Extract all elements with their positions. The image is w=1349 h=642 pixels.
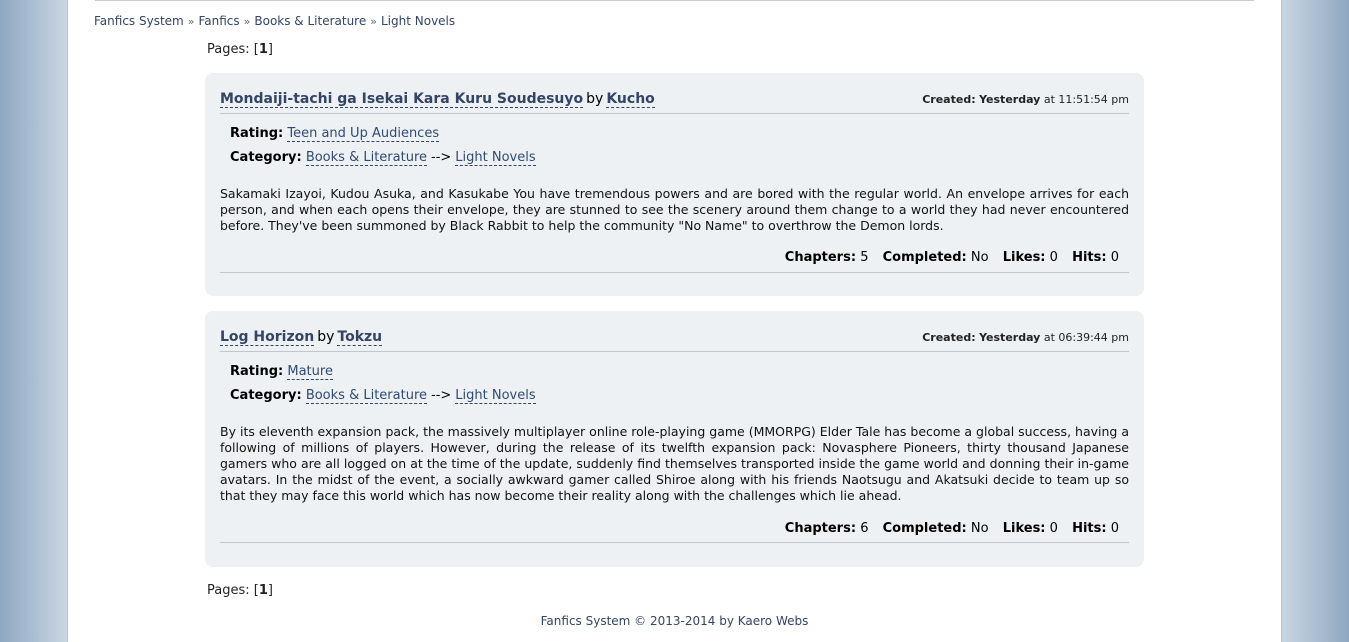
category-row: Category: Books & Literature --> Light Nov… <box>230 388 536 404</box>
created-date: Created: Yesterday at 11:51:54 pm <box>922 93 1129 106</box>
likes-label: Likes: <box>1002 250 1046 265</box>
category-arrow: --> <box>431 150 452 165</box>
hits-label: Hits: <box>1072 250 1107 265</box>
story-summary: Sakamaki Izayoi, Kudou Asuka, and Kasuka… <box>220 186 1129 233</box>
rating-link[interactable]: Mature <box>287 364 333 380</box>
completed-label: Completed: <box>882 250 967 265</box>
completed-value: No <box>970 250 989 265</box>
created-label: Created: <box>922 93 976 106</box>
chapters-value: 5 <box>860 250 869 265</box>
story-title-line: Log Horizon by Tokzu <box>220 329 383 346</box>
category-label: Category: <box>230 150 302 165</box>
category-child-link[interactable]: Light Novels <box>455 150 536 166</box>
category-parent-link[interactable]: Books & Literature <box>305 150 427 166</box>
pages-label: Pages: <box>207 583 250 598</box>
chapters-label: Chapters: <box>784 521 857 536</box>
current-page[interactable]: 1 <box>259 42 268 57</box>
likes-value: 0 <box>1049 250 1058 265</box>
breadcrumb-separator: » <box>243 15 251 28</box>
story-card: Mondaiji-tachi ga Isekai Kara Kuru Soude… <box>205 73 1144 296</box>
created-date: Created: Yesterday at 06:39:44 pm <box>922 331 1129 344</box>
category-child-link[interactable]: Light Novels <box>455 388 536 404</box>
breadcrumb-separator: » <box>370 15 377 28</box>
likes-stat: Likes: 0 <box>1003 521 1058 536</box>
chapters-stat: Chapters: 5 <box>785 250 869 265</box>
rating-link[interactable]: Teen and Up Audiences <box>287 126 440 142</box>
hits-stat: Hits: 0 <box>1072 521 1119 536</box>
chapters-stat: Chapters: 6 <box>785 521 869 536</box>
completed-stat: Completed: No <box>883 250 989 265</box>
card-divider <box>220 272 1129 273</box>
by-label: by <box>586 91 604 107</box>
breadcrumb-separator: » <box>187 15 195 28</box>
category-arrow: --> <box>431 388 452 403</box>
breadcrumb: Fanfics System» Fanfics» Books & Literatur… <box>94 14 455 28</box>
hits-label: Hits: <box>1072 521 1107 536</box>
likes-label: Likes: <box>1002 521 1046 536</box>
hits-value: 0 <box>1110 250 1119 265</box>
breadcrumb-light-novels[interactable]: Light Novels <box>381 14 455 28</box>
story-summary: By its eleventh expansion pack, the mass… <box>220 424 1129 503</box>
category-row: Category: Books & Literature --> Light Nov… <box>230 150 536 166</box>
breadcrumb-books-literature[interactable]: Books & Literature <box>254 14 366 28</box>
story-header: Mondaiji-tachi ga Isekai Kara Kuru Soude… <box>220 91 1129 114</box>
story-stats: Chapters: 5 Completed: No Likes: 0 Hits:… <box>775 250 1119 265</box>
hits-stat: Hits: 0 <box>1072 250 1119 265</box>
story-title-line: Mondaiji-tachi ga Isekai Kara Kuru Soude… <box>220 91 655 108</box>
author-link[interactable]: Kucho <box>606 91 655 108</box>
created-day: Yesterday <box>979 93 1041 106</box>
likes-stat: Likes: 0 <box>1003 250 1058 265</box>
pages-label: Pages: <box>207 42 250 57</box>
story-header: Log Horizon by Tokzu Created: Yesterday at… <box>220 329 1129 352</box>
completed-value: No <box>970 521 989 536</box>
breadcrumb-fanfics-system[interactable]: Fanfics System <box>94 14 184 28</box>
card-divider <box>220 542 1129 543</box>
rating-label: Rating: <box>230 126 284 141</box>
pagination-top: Pages: [1] <box>207 42 273 57</box>
created-time: at 06:39:44 pm <box>1043 331 1129 344</box>
created-time: at 11:51:54 pm <box>1043 93 1129 106</box>
completed-label: Completed: <box>882 521 967 536</box>
story-stats: Chapters: 6 Completed: No Likes: 0 Hits:… <box>775 521 1119 536</box>
page-container: Fanfics System» Fanfics» Books & Literatur… <box>67 0 1282 642</box>
rating-row: Rating: Teen and Up Audiences <box>230 126 440 142</box>
story-title-link[interactable]: Log Horizon <box>220 329 315 346</box>
current-page[interactable]: 1 <box>259 583 268 598</box>
category-label: Category: <box>230 388 302 403</box>
category-parent-link[interactable]: Books & Literature <box>305 388 427 404</box>
page-footer: Fanfics System © 2013-2014 by Kaero Webs <box>540 614 809 628</box>
by-label: by <box>317 329 335 345</box>
created-label: Created: <box>922 331 976 344</box>
likes-value: 0 <box>1049 521 1058 536</box>
rating-label: Rating: <box>230 364 284 379</box>
hits-value: 0 <box>1110 521 1119 536</box>
pagination-bottom: Pages: [1] <box>207 583 273 598</box>
completed-stat: Completed: No <box>883 521 989 536</box>
chapters-value: 6 <box>860 521 869 536</box>
created-day: Yesterday <box>979 331 1041 344</box>
top-divider <box>95 0 1254 1</box>
chapters-label: Chapters: <box>784 250 857 265</box>
story-card: Log Horizon by Tokzu Created: Yesterday at… <box>205 311 1144 567</box>
story-title-link[interactable]: Mondaiji-tachi ga Isekai Kara Kuru Soude… <box>220 91 584 108</box>
breadcrumb-fanfics[interactable]: Fanfics <box>198 14 239 28</box>
rating-row: Rating: Mature <box>230 364 333 380</box>
author-link[interactable]: Tokzu <box>337 329 383 346</box>
